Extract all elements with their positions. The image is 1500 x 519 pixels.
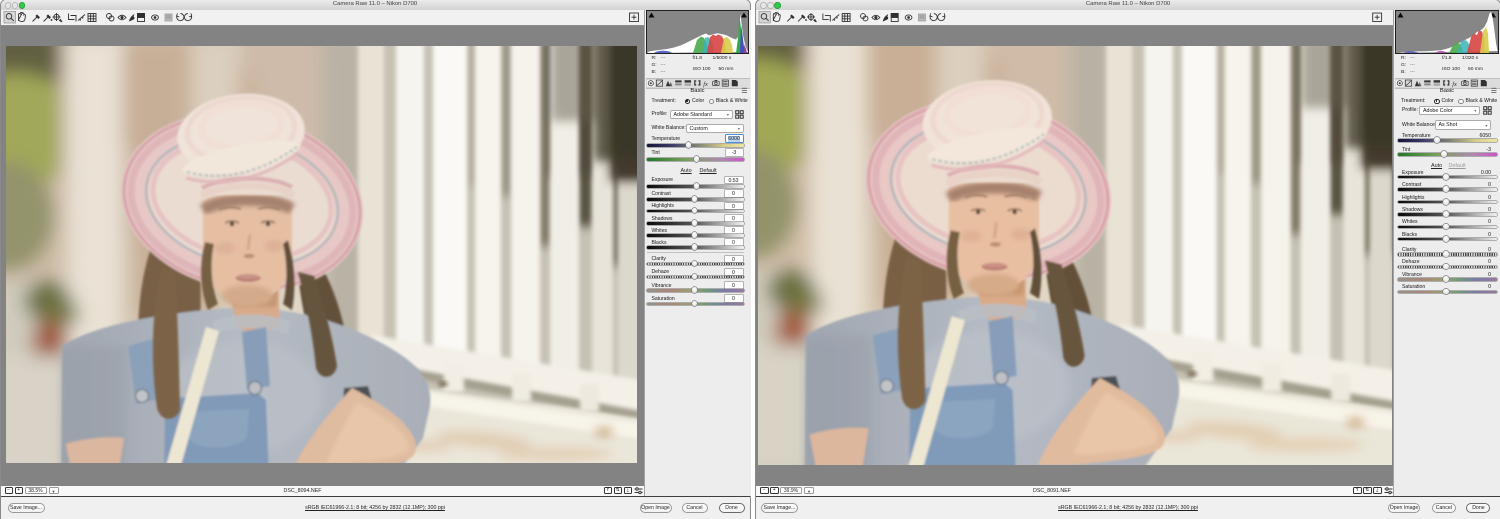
svg-text:fx: fx — [703, 81, 708, 88]
svg-text:fx: fx — [1452, 81, 1457, 88]
